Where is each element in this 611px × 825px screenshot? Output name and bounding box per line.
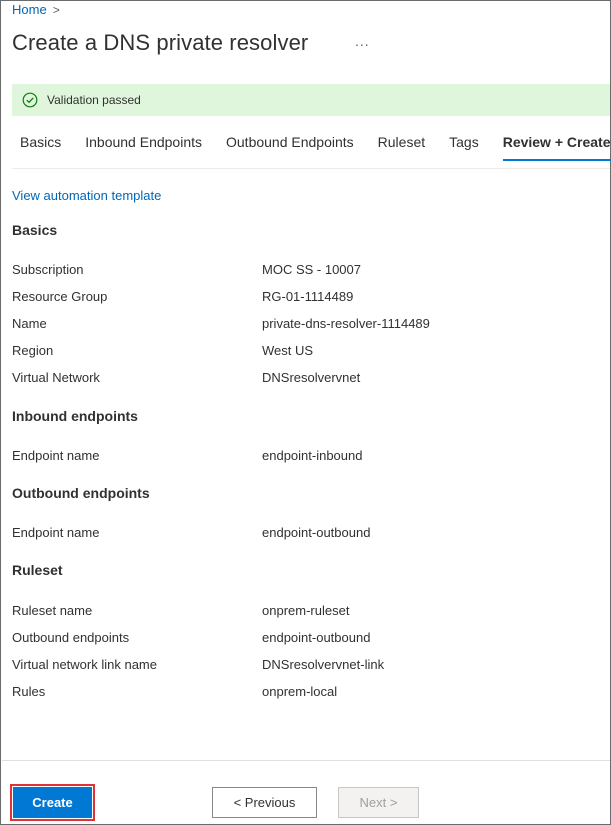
chevron-right-icon: > [52, 2, 60, 17]
summary-row: Virtual network link name DNSresolvervne… [12, 657, 602, 675]
row-label: Resource Group [12, 289, 108, 304]
summary-row: Name private-dns-resolver-1114489 [12, 316, 602, 334]
row-label: Subscription [12, 262, 84, 277]
section-heading-outbound-endpoints: Outbound endpoints [12, 485, 150, 501]
summary-row: Ruleset name onprem-ruleset [12, 603, 602, 621]
breadcrumb: Home > [12, 2, 60, 17]
summary-row: Region West US [12, 343, 602, 361]
row-label: Endpoint name [12, 525, 100, 540]
row-value: endpoint-outbound [262, 525, 371, 540]
tab-basics[interactable]: Basics [20, 125, 61, 161]
next-button[interactable]: Next > [338, 787, 419, 818]
row-value: West US [262, 343, 314, 358]
row-value: RG-01-1114489 [262, 289, 354, 304]
section-heading-inbound-endpoints: Inbound endpoints [12, 408, 138, 424]
summary-row: Subscription MOC SS - 10007 [12, 262, 602, 280]
validation-banner-text: Validation passed [47, 93, 141, 107]
row-value: DNSresolvervnet-link [262, 657, 385, 672]
previous-button[interactable]: < Previous [212, 787, 317, 818]
row-label: Outbound endpoints [12, 630, 130, 645]
tab-inbound-endpoints[interactable]: Inbound Endpoints [85, 125, 202, 161]
summary-row: Endpoint name endpoint-outbound [12, 525, 602, 543]
row-value: MOC SS - 10007 [262, 262, 361, 277]
create-dns-resolver-page: Home > Create a DNS private resolver ...… [0, 0, 611, 825]
summary-row: Rules onprem-local [12, 684, 602, 702]
view-automation-template-link[interactable]: View automation template [12, 188, 161, 203]
section-heading-basics: Basics [12, 222, 58, 238]
row-value: onprem-local [262, 684, 338, 699]
footer-divider [2, 760, 610, 761]
more-options-button[interactable]: ... [355, 33, 370, 49]
row-value: DNSresolvervnet [262, 370, 361, 385]
summary-row: Virtual Network DNSresolvervnet [12, 370, 602, 388]
row-value: endpoint-inbound [262, 448, 363, 463]
row-label: Rules [12, 684, 46, 699]
row-label: Virtual network link name [12, 657, 157, 672]
summary-row: Resource Group RG-01-1114489 [12, 289, 602, 307]
tab-review-create[interactable]: Review + Create [502, 125, 611, 161]
summary-row: Endpoint name endpoint-inbound [12, 448, 602, 466]
row-label: Endpoint name [12, 448, 100, 463]
row-value: endpoint-outbound [262, 630, 371, 645]
row-label: Region [12, 343, 54, 358]
row-label: Name [12, 316, 47, 331]
tab-ruleset[interactable]: Ruleset [378, 125, 425, 161]
tab-tags[interactable]: Tags [449, 125, 479, 161]
page-title: Create a DNS private resolver [12, 30, 309, 55]
create-button[interactable]: Create [10, 784, 95, 821]
tab-outbound-endpoints[interactable]: Outbound Endpoints [226, 125, 354, 161]
check-circle-icon [22, 92, 38, 108]
row-value: private-dns-resolver-1114489 [262, 316, 430, 331]
row-value: onprem-ruleset [262, 603, 350, 618]
summary-row: Outbound endpoints endpoint-outbound [12, 630, 602, 648]
row-label: Ruleset name [12, 603, 93, 618]
tab-divider [12, 168, 610, 169]
breadcrumb-home-link[interactable]: Home [12, 2, 47, 17]
section-heading-ruleset: Ruleset [12, 562, 63, 578]
row-label: Virtual Network [12, 370, 100, 385]
wizard-tabs: Basics Inbound Endpoints Outbound Endpoi… [12, 125, 611, 161]
validation-banner: Validation passed [12, 84, 610, 116]
